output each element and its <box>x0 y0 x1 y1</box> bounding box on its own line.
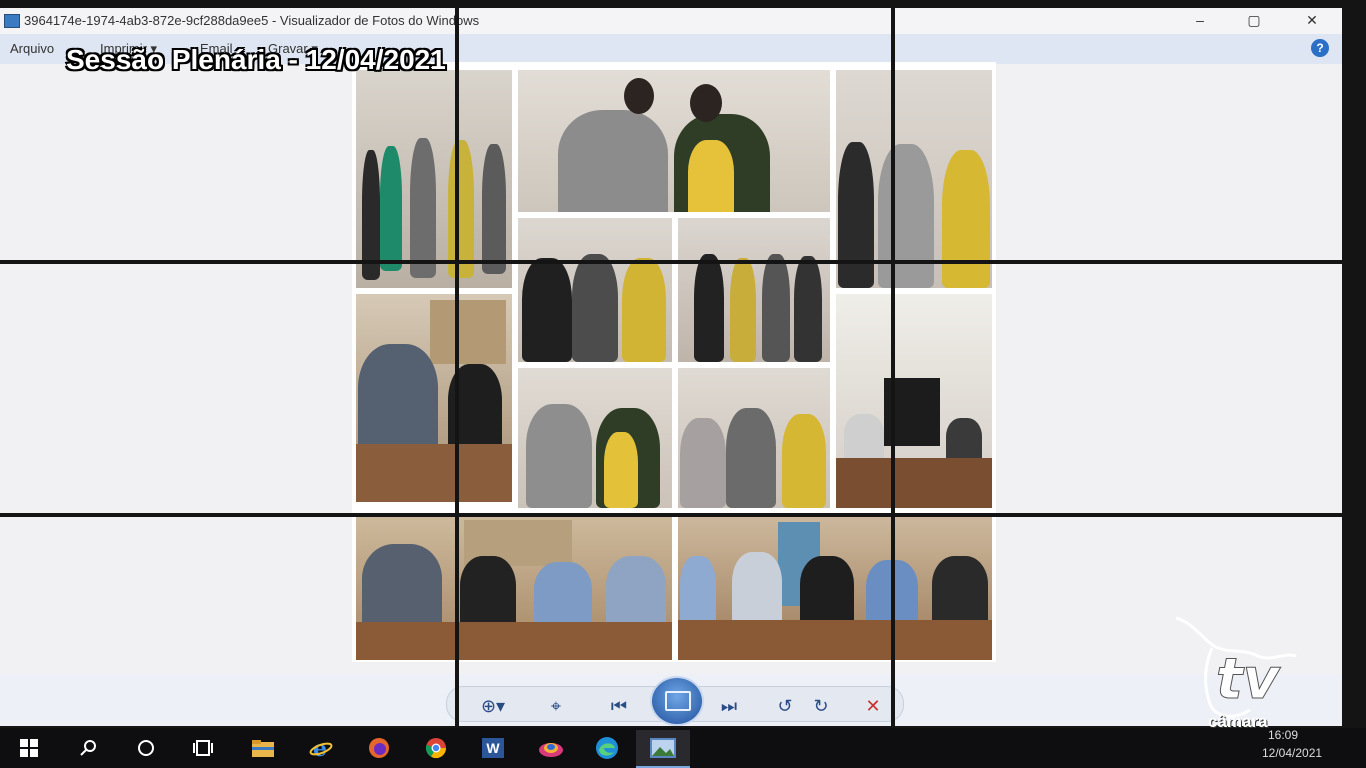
menu-arquivo[interactable]: Arquivo <box>10 41 54 56</box>
photo-collage <box>352 62 996 662</box>
person <box>680 556 716 626</box>
person <box>622 258 666 362</box>
person <box>558 110 668 212</box>
screen: 3964174e-1974-4ab3-872e-9cf288da9ee5 - V… <box>0 0 1366 768</box>
person <box>482 144 506 274</box>
tv-letters: tv <box>1216 647 1281 712</box>
photo-duo-small <box>518 368 672 508</box>
table <box>356 444 512 502</box>
photo-viewer-app-icon <box>4 14 20 28</box>
photo-meeting-wide-right <box>678 516 992 660</box>
file-explorer-icon[interactable] <box>250 736 276 760</box>
clock-date[interactable]: 12/04/2021 <box>1262 746 1322 760</box>
broadcast-title: Sessão Plenária - 12/04/2021 <box>66 44 446 75</box>
person <box>572 254 618 362</box>
taskbar: e W <box>0 728 1366 768</box>
person <box>534 562 592 630</box>
video-wall-seam <box>0 513 1366 517</box>
person <box>800 556 854 626</box>
help-icon[interactable]: ? <box>1311 39 1329 57</box>
person <box>604 432 638 508</box>
photo-duo-large <box>518 70 830 212</box>
photo-meeting-left <box>356 294 512 502</box>
next-button[interactable]: ⏭ <box>714 693 744 719</box>
video-wall-seam <box>455 0 459 768</box>
person <box>762 254 790 362</box>
person-head <box>624 78 654 114</box>
wall-board <box>430 300 506 364</box>
person <box>732 552 782 626</box>
word-icon[interactable]: W <box>480 736 506 760</box>
person-head <box>690 84 722 122</box>
photo-trio-right <box>836 70 992 288</box>
person <box>460 556 516 630</box>
person <box>448 140 474 278</box>
person <box>688 140 734 212</box>
chrome-icon[interactable] <box>423 736 449 760</box>
person <box>522 258 572 362</box>
slideshow-icon <box>665 691 691 711</box>
photo-group-left <box>356 70 512 288</box>
person <box>878 144 934 288</box>
person <box>838 142 874 288</box>
table <box>356 622 672 660</box>
internet-explorer-icon[interactable]: e <box>308 736 334 762</box>
photo-meeting-wide-left <box>356 516 672 660</box>
person <box>694 254 724 362</box>
photo-office-right <box>836 294 992 508</box>
person <box>726 408 776 508</box>
delete-button[interactable]: ✕ <box>858 693 888 719</box>
person <box>606 556 666 630</box>
person <box>362 544 442 630</box>
firefox-icon[interactable] <box>366 736 392 760</box>
video-wall-seam <box>891 0 895 768</box>
photo-trio-folder <box>518 218 672 362</box>
person <box>942 150 990 288</box>
word-glyph: W <box>482 738 504 758</box>
cortana-icon[interactable] <box>133 736 159 760</box>
rotate-right-button[interactable]: ↻ <box>806 693 836 719</box>
previous-button[interactable]: ⏮ <box>604 693 634 719</box>
search-icon[interactable] <box>76 736 102 760</box>
close-button[interactable]: ✕ <box>1292 10 1332 30</box>
person <box>358 344 438 454</box>
tv-camara-brand: câmara <box>1208 712 1268 731</box>
rotate-left-button[interactable]: ↺ <box>770 693 800 719</box>
person <box>844 414 884 464</box>
person <box>730 258 756 362</box>
video-wall-seam <box>1342 0 1366 768</box>
windows-start-icon[interactable] <box>16 736 42 760</box>
person <box>794 256 822 362</box>
person <box>410 138 436 278</box>
minimize-button[interactable]: – <box>1180 10 1220 30</box>
video-wall-seam <box>0 0 1366 8</box>
person <box>932 556 988 626</box>
photos-viewer-icon[interactable] <box>636 730 690 768</box>
app-icon[interactable] <box>538 736 564 760</box>
person <box>680 418 726 508</box>
maximize-button[interactable]: ▢ <box>1234 10 1274 30</box>
task-view-icon[interactable] <box>190 736 216 760</box>
table <box>678 620 992 660</box>
slideshow-button[interactable] <box>650 676 704 726</box>
video-wall-seam <box>0 260 1366 264</box>
window-title: 3964174e-1974-4ab3-872e-9cf288da9ee5 - V… <box>24 13 480 28</box>
title-bar[interactable]: 3964174e-1974-4ab3-872e-9cf288da9ee5 - V… <box>0 8 1344 34</box>
table <box>836 458 992 508</box>
person <box>380 146 402 271</box>
zoom-button[interactable]: ⊕▾ <box>478 693 508 719</box>
actual-size-button[interactable]: ⌖ <box>541 693 571 719</box>
person <box>526 404 592 508</box>
photo-group-four <box>678 218 830 362</box>
edge-icon[interactable] <box>594 736 620 760</box>
photo-trio-middle <box>678 368 830 508</box>
person <box>782 414 826 508</box>
